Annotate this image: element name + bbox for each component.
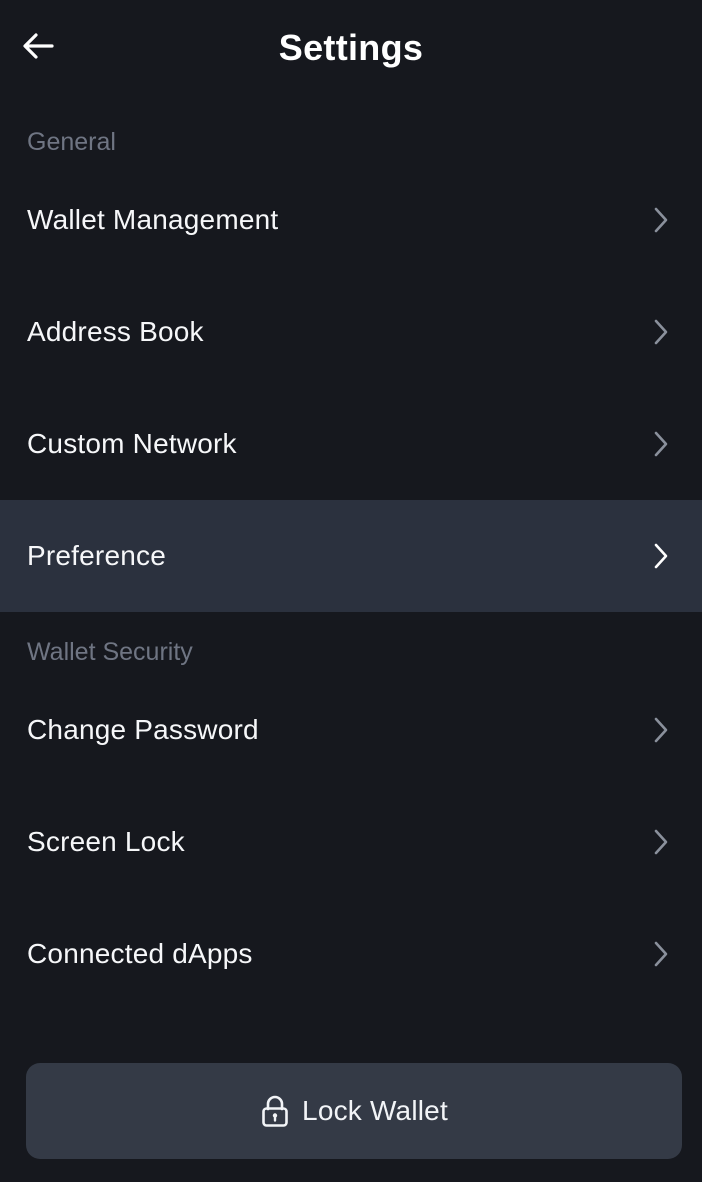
settings-item-label: Custom Network [27, 428, 237, 459]
section-label-general: General [27, 128, 116, 156]
settings-item-screen-lock[interactable]: Screen Lock [0, 786, 702, 898]
page-title: Settings [278, 27, 424, 68]
settings-item-label: Address Book [27, 316, 204, 347]
settings-item-connected-dapps[interactable]: Connected dApps [0, 898, 702, 1010]
lock-wallet-button[interactable]: Lock Wallet [26, 1063, 682, 1159]
settings-item-address-book[interactable]: Address Book [0, 276, 702, 388]
settings-item-label: Change Password [27, 714, 259, 745]
header: Settings [0, 0, 702, 96]
settings-item-label: Preference [27, 540, 166, 571]
section-label-wallet-security: Wallet Security [27, 638, 193, 666]
chevron-right-icon [650, 939, 672, 969]
settings-item-custom-network[interactable]: Custom Network [0, 388, 702, 500]
chevron-right-icon [650, 317, 672, 347]
settings-item-label: Screen Lock [27, 826, 185, 857]
lock-wallet-label: Lock Wallet [302, 1095, 448, 1126]
chevron-right-icon [650, 541, 672, 571]
chevron-right-icon [650, 827, 672, 857]
settings-item-label: Connected dApps [27, 938, 253, 969]
lock-icon [260, 1093, 290, 1129]
chevron-right-icon [650, 205, 672, 235]
settings-item-preference[interactable]: Preference [0, 500, 702, 612]
settings-item-wallet-management[interactable]: Wallet Management [0, 164, 702, 276]
settings-item-change-password[interactable]: Change Password [0, 674, 702, 786]
chevron-right-icon [650, 429, 672, 459]
chevron-right-icon [650, 715, 672, 745]
settings-item-label: Wallet Management [27, 204, 279, 235]
lock-wallet-content: Lock Wallet [260, 1093, 448, 1129]
